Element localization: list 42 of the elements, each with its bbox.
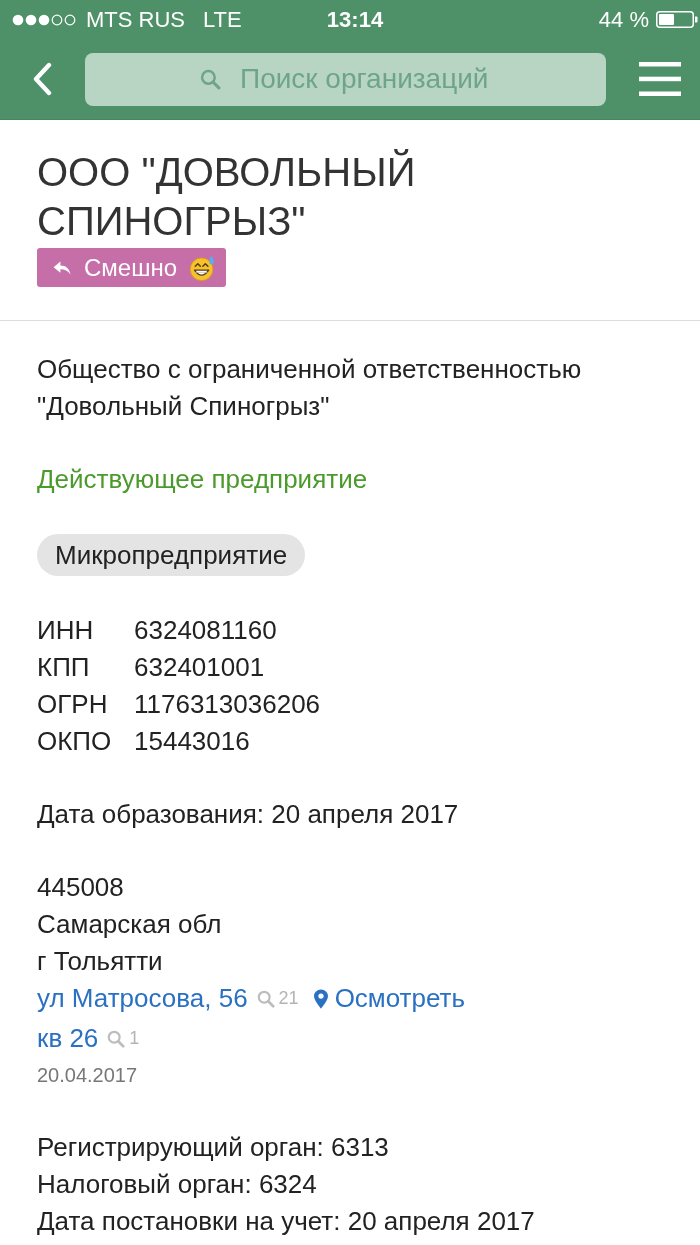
sweat-smile-emoji-icon (189, 254, 216, 281)
code-label: ИНН (37, 614, 95, 647)
registration-line: Дата постановки на учет: 20 апреля 2017 (37, 1206, 535, 1236)
network-type: LTE (203, 6, 242, 33)
code-value: 15443016 (134, 725, 251, 758)
search-count: 21 (278, 987, 299, 1010)
registration-line: Налоговый орган: 6324 (37, 1169, 317, 1199)
address-line: Самарская обл (37, 909, 222, 939)
code-label: ОГРН (37, 688, 109, 721)
code-label: КПП (37, 651, 91, 684)
search-count: 1 (129, 1027, 140, 1050)
reply-arrow-icon (52, 259, 72, 276)
search-field[interactable]: Поиск организаций (85, 52, 606, 106)
code-value: 1176313036206 (134, 688, 321, 721)
full-company-name: Общество с ограниченной ответственностью "Довольный Спиногрыз" (37, 354, 582, 421)
address-link[interactable]: ул Матросова, 56 (37, 980, 248, 1017)
location-pin-icon (313, 988, 328, 1009)
category-tag: Микропредприятие (37, 534, 306, 576)
address-line: г Тольятти (37, 946, 163, 976)
signal-strength-icon (12, 13, 76, 26)
carrier-name: MTS RUS (86, 6, 185, 33)
back-icon (32, 62, 53, 96)
battery-percent: 44 % (598, 6, 649, 33)
address-date: 20.04.2017 (37, 1064, 138, 1086)
founding-date: Дата образования: 20 апреля 2017 (37, 799, 459, 829)
company-title: ООО "ДОВОЛЬНЫЙ СПИНОГРЫЗ" (37, 148, 417, 245)
registration-line: Регистрирующий орган: 6313 (37, 1132, 389, 1162)
map-link[interactable]: Осмотреть (313, 980, 466, 1017)
search-icon (256, 989, 275, 1008)
search-icon (107, 1029, 126, 1048)
code-value: 6324081160 (134, 614, 278, 647)
clock-time: 13:14 (326, 6, 384, 33)
search-icon (200, 68, 221, 90)
menu-icon (639, 62, 681, 96)
battery-icon (656, 11, 698, 28)
code-value: 632401001 (134, 651, 266, 684)
menu-button[interactable] (639, 61, 681, 97)
company-status: Действующее предприятие (37, 464, 368, 494)
code-label: ОКПО (37, 725, 113, 758)
address-link[interactable]: кв 26 (37, 1020, 99, 1057)
reaction-badge[interactable]: Смешно (37, 248, 227, 287)
address-line: 445008 (37, 872, 124, 902)
